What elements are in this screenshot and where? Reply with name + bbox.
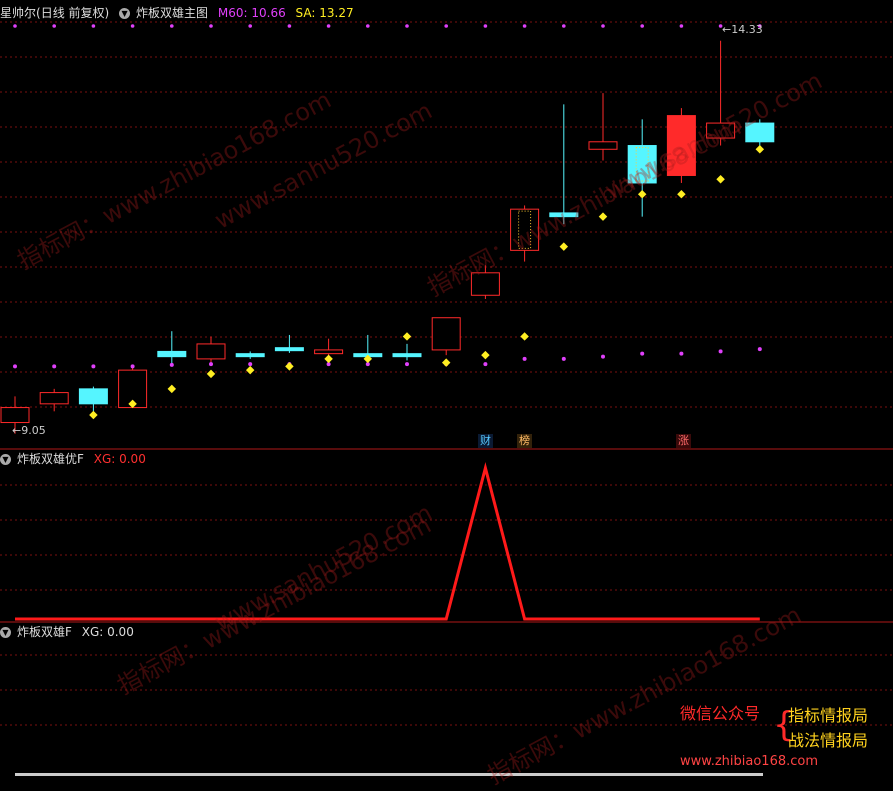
upper-band-dot [326,24,331,28]
upper-band-dot [405,24,409,28]
sa-dot [285,362,294,371]
candle-body [0,407,30,424]
upper-band-dot [640,24,644,28]
sa-dot [716,174,725,184]
upper-band-dot [679,24,684,28]
xg-signal-line [15,462,760,621]
candle-body [470,272,500,296]
upper-band-dot [366,24,370,28]
upper-band-dot [91,24,96,28]
sa-dot [481,350,490,360]
candle-body [745,122,775,143]
scrollbar [15,773,763,776]
chart-stage: 星帅尔(日线 前复权) ▼ 炸板双雄主图 M60: 10.66 SA: 13.27… [0,0,893,790]
candle-body [314,349,344,355]
sa-dot [520,332,529,341]
upper-band-dot [248,24,252,28]
high-price-label: 14.33 [731,23,763,36]
candle-body [392,353,422,358]
low-price-label: 9.05 [21,424,46,437]
sub1-indicator-name[interactable]: 炸板双雄优F [17,452,84,466]
candle-body [431,317,461,351]
upper-band-dot [562,24,566,28]
candle-body [627,145,657,184]
upper-band-dot [483,24,488,28]
candle-body [39,392,69,405]
sub2-indicator-name[interactable]: 炸板双雄F [17,625,72,639]
upper-band-dot [13,24,17,28]
upper-band-dot [444,24,449,28]
upper-band-dot [170,24,174,28]
candle-body [588,141,618,150]
main-panel-header: 星帅尔(日线 前复权) ▼ 炸板双雄主图 M60: 10.66 SA: 13.27 [0,4,360,22]
candle-body [274,347,304,352]
m60-dot [757,347,762,352]
sa-dot [441,358,451,367]
candle-body [706,122,736,139]
m60-dot [483,362,488,367]
m60-dot [169,362,174,367]
upper-band-dot [601,24,605,28]
sub-panel2-header: ▼ 炸板双雄F XG: 0.00 [0,623,140,641]
tag-bang[interactable]: 榜 [517,434,532,448]
wechat-label: 微信公众号 [680,704,761,723]
promo-line2: 战法情报局 [788,731,869,750]
candle-body [196,343,226,360]
candle-body [510,208,540,251]
sa-value: SA: 13.27 [295,6,354,20]
collapse-arrow-icon[interactable]: ▼ [0,454,11,465]
tag-cai[interactable]: 财 [478,434,493,448]
sub1-xg-value: XG: 0.00 [93,452,146,466]
collapse-arrow-icon[interactable]: ▼ [0,627,11,638]
upper-band-dot [52,24,56,28]
stock-name: 星帅尔 [0,6,37,20]
candle-body [157,350,187,358]
m60-dot [601,354,605,359]
m60-dot [561,356,566,361]
candle-body [235,353,265,358]
m60-dot [248,362,253,367]
sa-dot [206,369,216,379]
m60-value: M60: 10.66 [217,6,286,20]
kline-chart-svg [0,21,893,776]
high-price-marker: ←14.33 [722,23,763,36]
low-price-marker: ←9.05 [12,424,46,437]
m60-dot [718,349,723,354]
m60-dot [679,351,684,356]
sa-dot [324,354,333,364]
m60-dot [209,362,213,367]
m60-dot [52,364,57,369]
main-indicator-name[interactable]: 炸板双雄主图 [136,6,208,20]
sub-panel1-header: ▼ 炸板双雄优F XG: 0.00 [0,450,152,468]
footer-url[interactable]: www.zhibiao168.com [680,754,818,769]
tag-zhang[interactable]: 涨 [676,434,691,448]
sub2-xg-value: XG: 0.00 [81,625,134,639]
m60-dot [13,364,17,369]
sa-dot [402,332,412,341]
upper-band-dot [522,24,527,28]
candle-body [78,388,108,405]
upper-band-dot [130,24,135,28]
sa-dot [167,384,177,394]
m60-dot [405,362,409,367]
sa-dot [559,242,569,251]
sa-dot [598,212,608,221]
upper-band-dot [287,24,292,28]
collapse-arrow-icon[interactable]: ▼ [119,8,131,19]
promo-line1: 指标情报局 [788,706,869,725]
candle-body [666,115,696,176]
candle-body [549,212,579,218]
m60-dot [640,351,645,356]
sa-dot [89,410,98,420]
m60-dot [522,356,527,361]
upper-band-dot [209,24,213,28]
m60-dot [130,364,135,369]
period-label: (日线 前复权) [36,6,110,20]
sa-dot [755,145,765,154]
m60-dot [91,364,96,369]
sa-dot [677,189,686,199]
sa-dot [245,365,255,375]
